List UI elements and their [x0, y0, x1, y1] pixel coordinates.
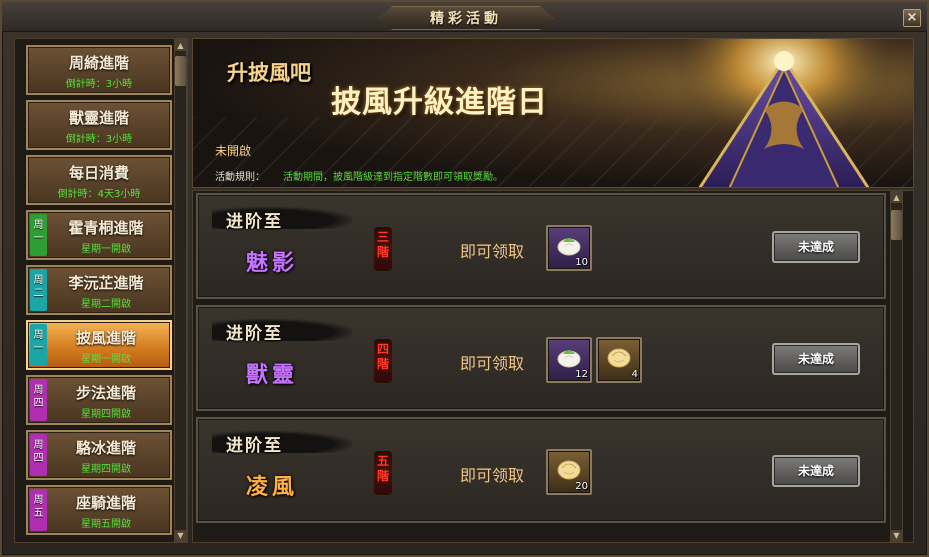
sidebar-item-timer: 倒計時：4天3小時: [57, 189, 141, 200]
not-achieved-button[interactable]: 未達成: [772, 455, 860, 487]
sidebar-item-label: 周綺進階: [68, 54, 129, 72]
stage-badge: 四階: [374, 339, 392, 383]
claim-text: 即可领取: [460, 466, 525, 485]
scroll-down-arrow-icon[interactable]: ▼: [891, 530, 902, 541]
title-bar: 精彩活動 ×: [2, 2, 927, 32]
reward-item-slot[interactable]: 4: [596, 337, 642, 383]
reward-list-scrollbar[interactable]: ▲ ▼: [890, 191, 903, 542]
advance-label: 进阶至: [226, 436, 283, 456]
sidebar-item[interactable]: 周綺進階倒計時：3小時: [26, 45, 172, 95]
stage-badge: 三階: [374, 227, 392, 271]
sidebar-item-timer: 星期一開啟: [81, 354, 131, 365]
claim-text: 即可领取: [460, 354, 525, 373]
reward-items: 20: [546, 449, 596, 495]
window-title: 精彩活動: [378, 6, 554, 30]
not-achieved-button[interactable]: 未達成: [772, 343, 860, 375]
level-name: 凌風: [246, 474, 299, 500]
reward-items: 12 4: [546, 337, 646, 383]
sidebar-item[interactable]: 獸靈進階倒計時：3小時: [26, 100, 172, 150]
activity-window: 精彩活動 × 周綺進階 倒計時：3小時 獸靈進階 倒計時：3小時 每日消費 倒計時：4天3…: [0, 0, 929, 557]
rules-text: 活動期間，披風階級達到指定階數即可領取獎勵。: [283, 172, 503, 183]
sidebar-item[interactable]: 周四 步法進階 星期四開啟: [26, 375, 172, 425]
sidebar-item-label: 李沅芷進階: [68, 274, 144, 292]
scroll-up-arrow-icon[interactable]: ▲: [175, 40, 186, 51]
banner-subtitle: 升披風吧: [227, 60, 311, 85]
sidebar-item-timer: 星期四開啟: [81, 409, 131, 420]
not-achieved-button[interactable]: 未達成: [772, 231, 860, 263]
reward-item-slot[interactable]: 20: [546, 449, 592, 495]
claim-text: 即可领取: [460, 242, 525, 261]
item-count: 10: [575, 257, 588, 268]
dumpling-icon: [557, 460, 581, 480]
sidebar-item-label: 霍青桐進階: [68, 219, 144, 237]
cloak-artwork: [679, 39, 889, 187]
close-button[interactable]: ×: [903, 9, 921, 27]
sidebar-item-label: 步法進階: [75, 384, 136, 402]
sidebar-item-timer: 星期四開啟: [81, 464, 131, 475]
steamed-bun-icon: [557, 238, 581, 256]
sidebar-item-label: 座騎進階: [75, 494, 136, 512]
sidebar-item-timer: 倒計時：3小時: [65, 79, 133, 90]
dumpling-icon: [607, 348, 631, 368]
sidebar-item-label: 駱冰進階: [75, 439, 136, 457]
sidebar-item-timer: 倒計時：3小時: [65, 134, 133, 145]
item-count: 4: [631, 369, 638, 380]
sidebar-item-timer: 星期一開啟: [81, 244, 131, 255]
advance-label: 进阶至: [226, 324, 283, 344]
sidebar-item[interactable]: 每日消費倒計時：4天3小時: [26, 155, 172, 205]
sidebar-item[interactable]: 周四 駱冰進階 星期四開啟: [26, 430, 172, 480]
reward-list: 进阶至 魅影三階即可领取 10 未達成 进阶至 獸靈四階即可领取 12 4 未達成 进阶至 凌風五階…: [192, 190, 914, 543]
advance-label: 进阶至: [226, 212, 283, 232]
event-banner: 升披風吧 披風升級進階日 未開啟 活動規則： 活動期間，披風階級達到指定階數即可…: [192, 38, 914, 188]
rules-label: 活動規則：: [215, 172, 265, 183]
reward-item-slot[interactable]: 12: [546, 337, 592, 383]
sidebar-item-label: 每日消費: [68, 164, 129, 182]
reward-row: 进阶至獸靈 四階 即可领取 12 4 未達成: [196, 305, 886, 411]
level-name: 魅影: [246, 250, 299, 276]
sidebar-item[interactable]: 周一 披風進階 星期一開啟: [26, 320, 172, 370]
scroll-up-arrow-icon[interactable]: ▲: [891, 192, 902, 203]
sidebar-item-timer: 星期二開啟: [81, 299, 131, 310]
reward-items: 10: [546, 225, 596, 271]
item-count: 20: [575, 481, 588, 492]
event-sidebar: 周綺進階 倒計時：3小時 獸靈進階 倒計時：3小時 每日消費 倒計時：4天3小時 周一 霍青桐…: [14, 38, 188, 543]
reward-row: 进阶至凌風 五階 即可领取 20 未達成: [196, 417, 886, 523]
level-name: 獸靈: [246, 362, 299, 388]
stage-badge: 五階: [374, 451, 392, 495]
sidebar-item-label: 獸靈進階: [68, 109, 129, 127]
event-status: 未開啟: [215, 144, 252, 158]
banner-title: 披風升級進階日: [331, 85, 548, 120]
scroll-thumb[interactable]: [891, 210, 902, 240]
sidebar-item[interactable]: 周二 李沅芷進階 星期二開啟: [26, 265, 172, 315]
item-count: 12: [575, 369, 588, 380]
reward-row: 进阶至魅影 三階 即可领取 10 未達成: [196, 193, 886, 299]
sidebar-scrollbar[interactable]: ▲ ▼: [174, 39, 187, 542]
sidebar-item-label: 披風進階: [75, 329, 136, 347]
scroll-down-arrow-icon[interactable]: ▼: [175, 530, 186, 541]
sidebar-item[interactable]: 周五 座騎進階 星期五開啟: [26, 485, 172, 535]
steamed-bun-icon: [557, 350, 581, 368]
scroll-thumb[interactable]: [175, 56, 186, 86]
sidebar-item[interactable]: 周一 霍青桐進階 星期一開啟: [26, 210, 172, 260]
reward-item-slot[interactable]: 10: [546, 225, 592, 271]
sidebar-item-timer: 星期五開啟: [81, 519, 131, 530]
